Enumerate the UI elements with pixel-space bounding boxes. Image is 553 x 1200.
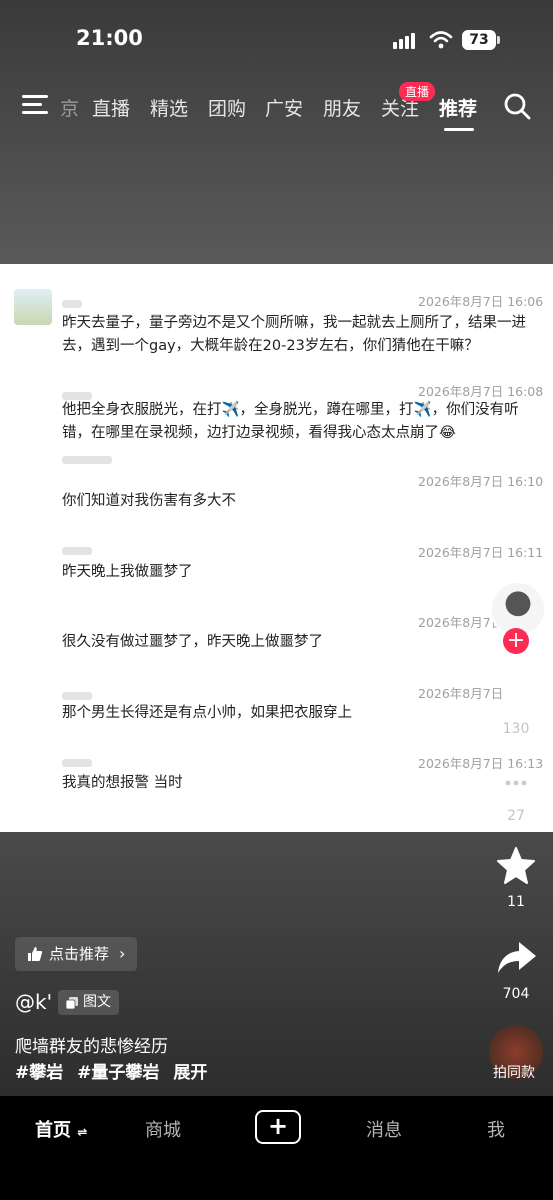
- tab-live[interactable]: 直播: [92, 94, 130, 121]
- message-text: 他把全身衣服脱光，在打✈️，全身脱光，蹲在哪里，打✈️，你们没有听错，在哪里在录…: [62, 402, 519, 441]
- post-description: 爬墙群友的悲惨经历: [15, 1037, 168, 1057]
- message-time: 2026年8月7日 16:06: [418, 294, 544, 309]
- active-tab-indicator: [444, 128, 474, 131]
- message-text: 你们知道对我伤害有多大不: [62, 493, 236, 509]
- status-time: 21:00: [76, 26, 143, 50]
- battery-tip: [497, 36, 500, 44]
- message-time: 2026年8月7日 16:08: [418, 384, 544, 399]
- create-post-button[interactable]: +: [255, 1110, 301, 1144]
- nav-home[interactable]: 首页 ⇌: [35, 1116, 87, 1142]
- blurred-sender: [62, 547, 92, 555]
- group-avatar: [14, 289, 52, 325]
- post-type-label: 图文: [83, 994, 111, 1010]
- tab-friends[interactable]: 朋友: [323, 94, 361, 121]
- message-time: 2026年8月7日 16:10: [418, 474, 544, 489]
- author-name[interactable]: @k': [15, 990, 52, 1014]
- hashtag-row: #攀岩 #量子攀岩 展开: [15, 1058, 215, 1083]
- nav-shop[interactable]: 商城: [145, 1116, 181, 1142]
- nav-home-label: 首页: [35, 1120, 71, 1141]
- battery-icon: 73: [462, 30, 496, 50]
- message-text: 昨天晚上我做噩梦了: [62, 564, 193, 580]
- expand-link[interactable]: 展开: [173, 1063, 207, 1083]
- tab-local[interactable]: 广安: [265, 94, 303, 121]
- message-text: 我真的想报警 当时: [62, 775, 183, 791]
- blurred-sender: [62, 759, 92, 767]
- tab-group-buy[interactable]: 团购: [208, 94, 246, 121]
- favorite-count: 11: [507, 894, 525, 910]
- tab-partial[interactable]: 京: [60, 94, 79, 121]
- image-stack-icon: [66, 996, 78, 1009]
- blurred-sender: [62, 456, 112, 464]
- recommend-button[interactable]: 点击推荐 ›: [15, 937, 138, 971]
- refresh-icon: ⇌: [77, 1125, 88, 1139]
- follow-button[interactable]: +: [503, 628, 529, 654]
- search-icon[interactable]: [503, 92, 531, 120]
- chevron-right-icon: ›: [119, 944, 126, 963]
- message-text: 很久没有做过噩梦了，昨天晚上做噩梦了: [62, 634, 323, 650]
- blurred-sender: [62, 692, 92, 700]
- share-count: 704: [502, 986, 530, 1002]
- heart-icon[interactable]: [497, 672, 537, 708]
- menu-icon[interactable]: [22, 95, 48, 115]
- blurred-sender: [62, 300, 82, 308]
- tab-recommended[interactable]: 推荐: [439, 94, 477, 121]
- star-icon[interactable]: [496, 847, 536, 885]
- post-type-badge: 图文: [58, 990, 119, 1015]
- cellular-signal-icon: [393, 33, 419, 49]
- live-badge: 直播: [399, 82, 436, 101]
- comment-count: 27: [507, 808, 525, 824]
- hashtag[interactable]: #量子攀岩: [77, 1063, 159, 1083]
- wifi-icon: [429, 31, 453, 49]
- nav-messages[interactable]: 消息: [366, 1116, 402, 1142]
- message-text: 那个男生长得还是有点小帅，如果把衣服穿上: [62, 705, 352, 721]
- comment-icon[interactable]: [496, 765, 536, 803]
- message-text: 昨天去量子，量子旁边不是又个厕所嘛，我一起就去上厕所了，结果一进去，遇到一个ga…: [62, 315, 526, 354]
- use-sound-label[interactable]: 拍同款: [493, 1062, 535, 1082]
- message-time: 2026年8月7日 16:11: [418, 545, 544, 560]
- bottom-navigation: 首页 ⇌ 商城 + 消息 我: [0, 1096, 553, 1200]
- share-icon[interactable]: [497, 941, 537, 975]
- hashtag[interactable]: #攀岩: [15, 1063, 63, 1083]
- nav-me[interactable]: 我: [487, 1116, 505, 1142]
- post-image-chat-screenshot[interactable]: 2026年8月7日 16:06 昨天去量子，量子旁边不是又个厕所嘛，我一起就去上…: [0, 264, 553, 832]
- thumbs-up-icon: [28, 947, 43, 961]
- recommend-label: 点击推荐: [49, 945, 110, 963]
- like-count: 130: [502, 721, 530, 737]
- message-time: 2026年8月7日: [418, 686, 504, 701]
- tab-featured[interactable]: 精选: [150, 94, 188, 121]
